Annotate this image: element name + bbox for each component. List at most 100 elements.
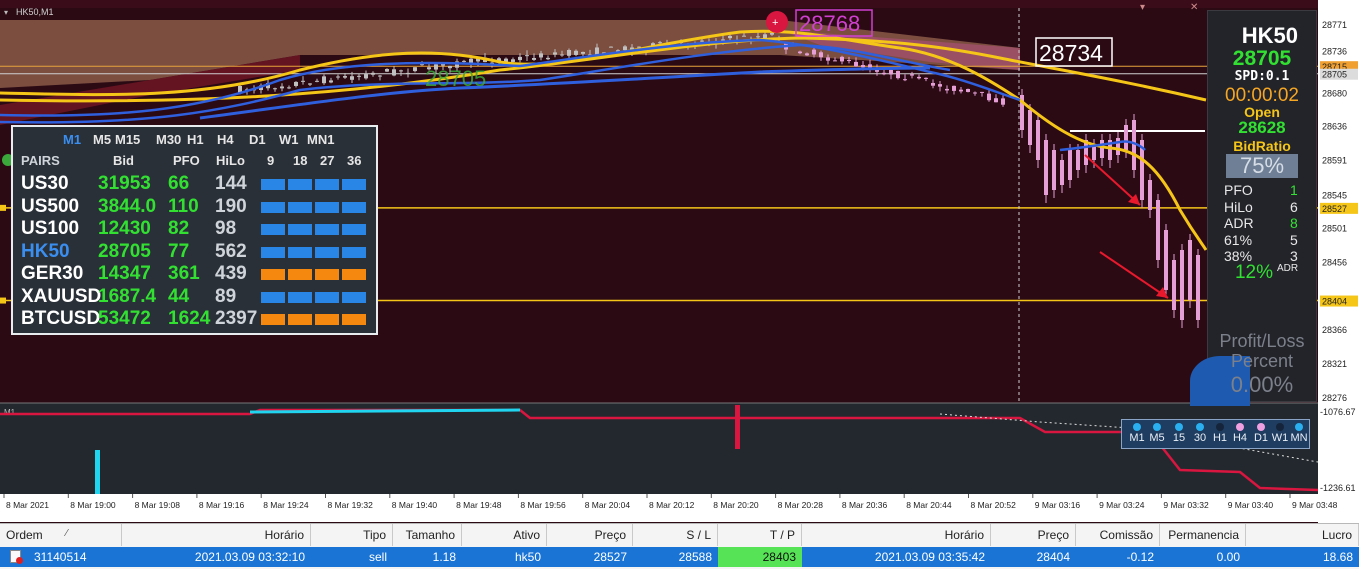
candle-body [574, 50, 578, 55]
stat-value: 8 [1290, 215, 1298, 231]
stat-label-pfo: PFO [1224, 182, 1253, 198]
timeframe-m15: M15 [115, 132, 141, 147]
time-axis-label: 8 Mar 20:04 [585, 500, 631, 510]
column-header-10[interactable]: Comissão [1076, 524, 1160, 546]
info-adr-small-label: ADR [1277, 263, 1299, 274]
price-axis-label: 28276 [1322, 393, 1347, 403]
pair-trend-bars [261, 201, 366, 213]
pairs-dashboard: M1 M5 M15 M30 H1 H4 D1 W1 MN1 PAIRS Bid PFO HiLo… [11, 125, 378, 335]
trade-history-table[interactable]: Ordem Horário Tipo Tamanho Ativo Preço S / LT … [0, 523, 1359, 569]
candle-body [973, 92, 977, 94]
price-axis-label: 28321 [1322, 359, 1347, 369]
tf-dot [1276, 423, 1284, 431]
pair-bid: 53472 [98, 308, 151, 329]
ghost-price-label: 28705 [425, 66, 486, 91]
time-axis-label: 8 Mar 19:08 [135, 500, 181, 510]
candle [966, 88, 970, 93]
column-header-2[interactable]: Tipo [311, 524, 393, 546]
time-axis-label: 8 Mar 19:48 [456, 500, 502, 510]
table-row[interactable]: 31140514 2021.03.09 03:32:10 sell 1.18 hk50 2… [0, 547, 1359, 567]
trend-bar [315, 246, 339, 258]
candle-body [546, 57, 550, 60]
column-header-1[interactable]: Horário [122, 524, 311, 546]
cell-asset: hk50 [514, 550, 541, 564]
pair-pfo: 1624 [168, 308, 211, 329]
trend-bar [342, 179, 366, 190]
column-header-4[interactable]: Ativo [462, 524, 547, 546]
cell-profit: 18.68 [1322, 550, 1353, 564]
trend-bar [261, 246, 285, 258]
pair-hilo: 562 [215, 240, 247, 262]
candle-body [728, 35, 732, 39]
price-axis-label: 28636 [1322, 122, 1347, 132]
candle-body [273, 88, 277, 90]
header-hilo: HiLo [216, 153, 245, 168]
tf-dot-label: H1 [1212, 432, 1228, 444]
tf-dot [1257, 423, 1265, 431]
candle-body [301, 80, 305, 82]
pair-pfo: 82 [168, 218, 190, 239]
pair-hilo: 98 [215, 218, 237, 239]
candle-body [1148, 180, 1152, 210]
candle-body [581, 51, 585, 54]
cell-type: sell [368, 550, 387, 564]
timeframe-m5: M5 [93, 132, 112, 147]
column-header-12[interactable]: Lucro [1246, 524, 1359, 546]
pair-bid: 3844.0 [98, 195, 157, 217]
candle-body [567, 49, 571, 56]
tf-dot [1175, 423, 1183, 431]
column-header-8[interactable]: Horário [802, 524, 991, 546]
time-axis-label: 8 Mar 19:16 [199, 500, 245, 510]
candle-body [315, 80, 319, 82]
trend-bar [261, 179, 285, 190]
candle-body [910, 74, 914, 76]
trend-bar [261, 224, 285, 235]
candle-body [700, 40, 704, 42]
price-axis-label: 28736 [1322, 46, 1347, 56]
candle-body [833, 60, 837, 62]
candle-body [994, 98, 998, 103]
candle-body [966, 88, 970, 92]
column-header-11[interactable]: Permanencia [1160, 524, 1246, 546]
column-header-5[interactable]: Preço [547, 524, 633, 546]
candle [1156, 194, 1160, 268]
indicator-axis-top: -1076.67 [1320, 407, 1356, 417]
pl-value: 0.00% [1230, 372, 1294, 397]
pair-bid: 14347 [98, 263, 151, 284]
price-axis-label: 28527 [1322, 204, 1347, 214]
stat-label-hilo: HiLo [1224, 198, 1253, 215]
candle-body [1116, 138, 1120, 155]
candle [896, 70, 900, 80]
pair-name: US30 [21, 173, 69, 194]
trend-bar [261, 269, 285, 280]
price-axis-label: 28456 [1322, 257, 1347, 267]
candle-body [1001, 98, 1005, 105]
level2-handle-left [0, 297, 6, 304]
trend-bar [315, 314, 339, 325]
pair-pfo: 44 [168, 285, 190, 307]
candle-body [1188, 240, 1192, 300]
pair-row-us30: US30 31953 66 144 [13, 173, 373, 195]
column-header-3[interactable]: Tamanho [393, 524, 462, 546]
tf-dot [1216, 423, 1224, 431]
info-spread: SPD:0.1 [1234, 69, 1290, 84]
candle-body [364, 74, 368, 79]
trend-bar [342, 201, 366, 213]
pair-hilo: 439 [215, 263, 247, 284]
pair-trend-bars [261, 291, 366, 303]
cell-tp: 28403 [718, 547, 802, 567]
timeframe-d1: D1 [249, 132, 266, 147]
column-header-7[interactable]: T / P [718, 524, 802, 546]
candle-body [1036, 120, 1040, 160]
candle-body [1100, 140, 1104, 158]
candle [1164, 224, 1168, 298]
trend-bar [288, 201, 312, 213]
pair-name: XAUUSD [21, 285, 102, 307]
column-header-9[interactable]: Preço [991, 524, 1076, 546]
tf-dot [1236, 423, 1244, 431]
column-header-6[interactable]: S / L [633, 524, 718, 546]
candle-body [287, 87, 291, 89]
column-header-0[interactable]: Ordem [0, 524, 122, 546]
pair-trend-bars [261, 246, 366, 258]
candle-body [406, 72, 410, 74]
